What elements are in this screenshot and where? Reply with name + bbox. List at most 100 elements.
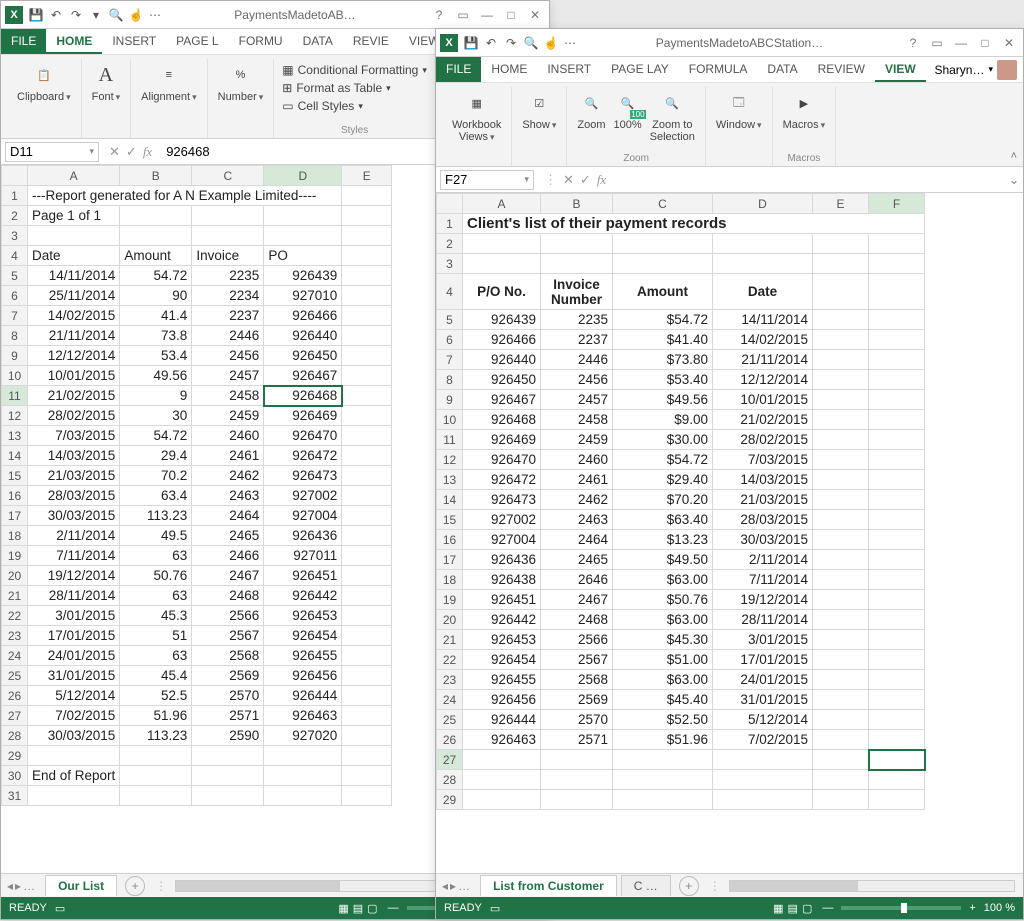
cell[interactable]	[869, 590, 925, 610]
header-cell[interactable]: 3	[2, 226, 28, 246]
cell[interactable]: 24/01/2015	[28, 646, 120, 666]
cell[interactable]: 926466	[264, 306, 342, 326]
cell[interactable]	[613, 790, 713, 810]
zoom-in-icon[interactable]: +	[969, 902, 975, 914]
cell[interactable]: 30/03/2015	[713, 530, 813, 550]
touch-icon[interactable]: ☝	[129, 8, 143, 22]
cell[interactable]: Amount	[120, 246, 192, 266]
cell[interactable]: $9.00	[613, 410, 713, 430]
cell[interactable]: 21/11/2014	[28, 326, 120, 346]
cell[interactable]: 28/03/2015	[713, 510, 813, 530]
maximize-button[interactable]: □	[975, 36, 995, 50]
cell[interactable]	[869, 730, 925, 750]
cell[interactable]	[342, 626, 392, 646]
cell[interactable]: 45.3	[120, 606, 192, 626]
cell[interactable]: 926469	[463, 430, 541, 450]
cell[interactable]	[342, 506, 392, 526]
cell[interactable]: $50.76	[613, 590, 713, 610]
cell[interactable]	[342, 366, 392, 386]
header-cell[interactable]: 17	[437, 550, 463, 570]
cell[interactable]: 14/03/2015	[28, 446, 120, 466]
cell[interactable]: $54.72	[613, 310, 713, 330]
cell[interactable]: 5/12/2014	[713, 710, 813, 730]
workbook-views-button[interactable]: ▦Workbook Views	[448, 87, 505, 145]
minimize-button[interactable]: —	[951, 36, 971, 50]
cell[interactable]: 2461	[541, 470, 613, 490]
tab-data[interactable]: DATA	[757, 57, 807, 82]
cell[interactable]: 2234	[192, 286, 264, 306]
cell[interactable]: 927004	[264, 506, 342, 526]
cell[interactable]	[869, 610, 925, 630]
header-cell[interactable]: 22	[2, 606, 28, 626]
cell[interactable]: 90	[120, 286, 192, 306]
cell[interactable]: 2570	[541, 710, 613, 730]
cell[interactable]: 19/12/2014	[713, 590, 813, 610]
horizontal-scrollbar[interactable]	[729, 880, 1015, 892]
cell[interactable]: 926472	[264, 446, 342, 466]
cell[interactable]	[813, 370, 869, 390]
cell[interactable]	[28, 746, 120, 766]
cell[interactable]: 49.56	[120, 366, 192, 386]
cell[interactable]: 28/11/2014	[713, 610, 813, 630]
cell[interactable]	[342, 186, 392, 206]
cell[interactable]: 926436	[264, 526, 342, 546]
header-cell[interactable]: 2	[2, 206, 28, 226]
sheet-tab-ourlist[interactable]: Our List	[45, 875, 117, 896]
cell[interactable]	[869, 450, 925, 470]
header-cell[interactable]: 29	[2, 746, 28, 766]
cell[interactable]: 31/01/2015	[713, 690, 813, 710]
cell[interactable]	[869, 690, 925, 710]
cell[interactable]: Page 1 of 1	[28, 206, 120, 226]
cell[interactable]: $13.23	[613, 530, 713, 550]
header-cell[interactable]: 25	[437, 710, 463, 730]
cell[interactable]: 926453	[463, 630, 541, 650]
cell[interactable]: Amount	[613, 274, 713, 310]
header-cell[interactable]: 9	[2, 346, 28, 366]
cell[interactable]: 926451	[463, 590, 541, 610]
fx-icon[interactable]: fx	[143, 144, 152, 160]
cell[interactable]: 2568	[192, 646, 264, 666]
cell[interactable]: 926439	[463, 310, 541, 330]
header-cell[interactable]: 13	[2, 426, 28, 446]
cell[interactable]: $63.40	[613, 510, 713, 530]
header-cell[interactable]: 27	[437, 750, 463, 770]
zoom-out-icon[interactable]: —	[822, 902, 833, 914]
cell[interactable]: 2459	[541, 430, 613, 450]
cell[interactable]	[813, 590, 869, 610]
cell[interactable]	[541, 750, 613, 770]
cell[interactable]: 926442	[463, 610, 541, 630]
cell[interactable]: 7/02/2015	[713, 730, 813, 750]
format-as-table-button[interactable]: ⊞Format as Table▾	[280, 79, 392, 97]
view-mode-buttons[interactable]: ▦▤▢	[336, 902, 379, 915]
cell[interactable]: 926436	[463, 550, 541, 570]
header-cell[interactable]: 3	[437, 254, 463, 274]
cell[interactable]	[869, 430, 925, 450]
cell[interactable]	[192, 226, 264, 246]
cell[interactable]	[264, 206, 342, 226]
cell[interactable]	[869, 370, 925, 390]
tab-review[interactable]: REVIE	[343, 29, 399, 54]
cell[interactable]	[342, 386, 392, 406]
cell[interactable]: $51.96	[613, 730, 713, 750]
cell[interactable]	[813, 390, 869, 410]
cell[interactable]	[813, 730, 869, 750]
cell[interactable]: 63	[120, 586, 192, 606]
header-cell[interactable]: 25	[2, 666, 28, 686]
cell[interactable]	[813, 450, 869, 470]
cell[interactable]	[869, 234, 925, 254]
cell[interactable]: 926442	[264, 586, 342, 606]
cell[interactable]	[28, 786, 120, 806]
sheet-tab-extra[interactable]: C …	[621, 875, 671, 896]
cell[interactable]	[813, 630, 869, 650]
cell[interactable]	[813, 570, 869, 590]
cell[interactable]: 31/01/2015	[28, 666, 120, 686]
header-cell[interactable]: 31	[2, 786, 28, 806]
conditional-formatting-button[interactable]: ▦Conditional Formatting▾	[280, 61, 429, 79]
cell[interactable]: 926466	[463, 330, 541, 350]
header-cell[interactable]: 10	[437, 410, 463, 430]
header-cell[interactable]: 15	[437, 510, 463, 530]
cell[interactable]	[713, 254, 813, 274]
cell[interactable]: 2464	[541, 530, 613, 550]
cell[interactable]	[120, 786, 192, 806]
cell[interactable]: 926453	[264, 606, 342, 626]
